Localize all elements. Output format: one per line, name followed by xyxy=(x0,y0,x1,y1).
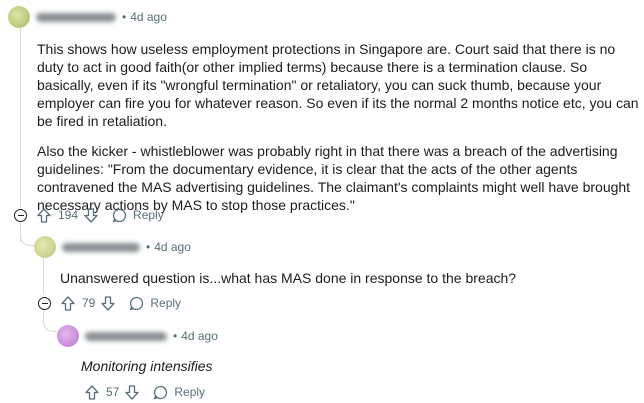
comment-3-actions: 57 Reply xyxy=(85,382,205,402)
thread-line-root xyxy=(20,22,21,208)
comment-2-username[interactable] xyxy=(62,242,140,252)
arrow-up-icon xyxy=(37,207,51,223)
comment-2-avatar[interactable] xyxy=(34,236,56,258)
arrow-down-icon xyxy=(125,384,140,400)
comment-3-timestamp: 4d ago xyxy=(181,329,218,343)
separator-dot: • xyxy=(122,10,127,24)
reply-label: Reply xyxy=(150,296,182,310)
comment-3-avatar[interactable] xyxy=(57,325,79,347)
comment-1-meta: • 4d ago xyxy=(8,6,167,28)
comment-2-text: Unanswered question is...what has MAS do… xyxy=(60,270,517,286)
arrow-down-icon xyxy=(84,207,98,223)
vote-count: 194 xyxy=(58,208,79,222)
thread-curve-reply-1 xyxy=(20,232,34,246)
comment-3-text: Monitoring intensifies xyxy=(81,358,213,374)
downvote-button[interactable] xyxy=(101,295,116,311)
comment-1-paragraph-2: Also the kicker - whistleblower was prob… xyxy=(37,143,631,213)
separator-dot: • xyxy=(146,240,151,254)
comment-1-timestamp: 4d ago xyxy=(130,10,167,24)
reply-button[interactable]: Reply xyxy=(112,208,164,223)
downvote-button[interactable] xyxy=(125,384,140,400)
reply-button[interactable]: Reply xyxy=(153,385,205,400)
comment-3-username[interactable] xyxy=(85,331,167,341)
minus-circle-icon[interactable] xyxy=(14,208,27,222)
thread-curve-reply-2 xyxy=(43,316,57,332)
arrow-up-icon xyxy=(61,295,75,311)
comment-2-meta: • 4d ago xyxy=(34,236,191,258)
comment-2-timestamp: 4d ago xyxy=(154,240,191,254)
comment-1-username[interactable] xyxy=(36,12,116,22)
comment-1-paragraph-1: This shows how useless employment protec… xyxy=(37,41,639,129)
minus-circle-icon[interactable] xyxy=(38,296,51,310)
downvote-button[interactable] xyxy=(84,207,98,223)
vote-count: 79 xyxy=(82,296,96,310)
speech-bubble-icon xyxy=(112,208,127,222)
comment-3-meta: • 4d ago xyxy=(57,325,218,347)
separator-dot: • xyxy=(173,329,178,343)
reply-label: Reply xyxy=(174,385,206,399)
vote-count: 57 xyxy=(106,385,120,399)
comment-2-actions: 79 Reply xyxy=(38,293,181,313)
speech-bubble-icon xyxy=(154,385,168,399)
arrow-up-icon xyxy=(85,384,99,400)
comment-1-body: This shows how useless employment protec… xyxy=(37,40,641,226)
comment-1-avatar[interactable] xyxy=(8,6,30,28)
comment-1-actions: 194 Reply xyxy=(14,205,164,225)
arrow-down-icon xyxy=(101,295,116,311)
thread-line-reply-1 xyxy=(43,258,44,294)
speech-bubble-icon xyxy=(130,296,144,310)
upvote-button[interactable] xyxy=(61,295,75,311)
reply-button[interactable]: Reply xyxy=(129,296,181,311)
upvote-button[interactable] xyxy=(37,207,51,223)
reply-label: Reply xyxy=(133,208,164,222)
upvote-button[interactable] xyxy=(85,384,99,400)
